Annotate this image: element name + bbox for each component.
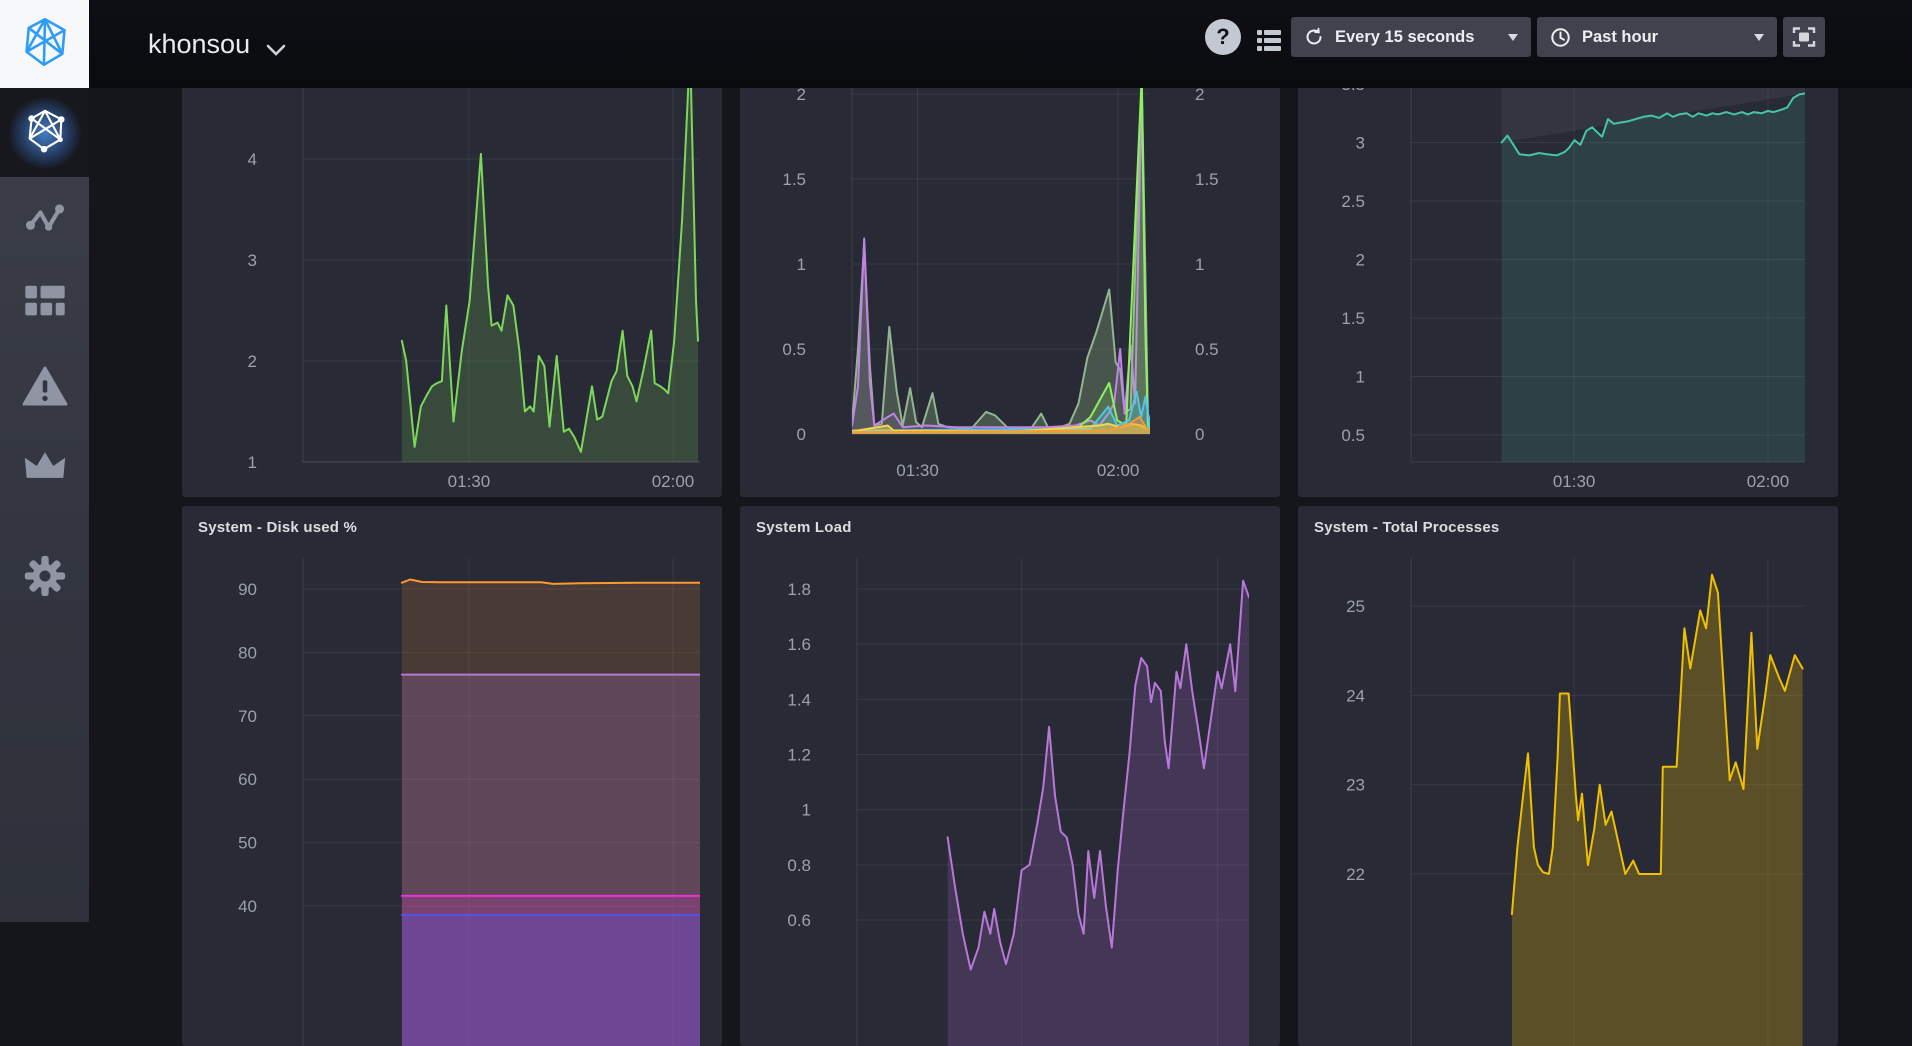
y-tick-label: 0.5: [1341, 426, 1365, 445]
y-tick-label: 60: [238, 770, 257, 789]
series-p6: [1512, 575, 1803, 1046]
playlist-icon: [1253, 26, 1285, 61]
panel-title-system-load[interactable]: System Load: [756, 519, 852, 536]
question-mark-icon: ?: [1216, 24, 1229, 50]
y-tick-label: 2.5: [1341, 192, 1365, 211]
y-tick-label: 80: [238, 643, 257, 662]
y-tick-label: 1.5: [782, 170, 806, 189]
y-tick-label: 2: [248, 352, 257, 371]
sidebar-item-plugins[interactable]: [0, 426, 89, 510]
top-navbar: khonsou ? Every 15 seconds: [0, 0, 1912, 88]
panel-title-total-processes[interactable]: System - Total Processes: [1314, 519, 1499, 536]
app-logo-box[interactable]: [0, 0, 89, 88]
y-tick-label: 70: [238, 707, 257, 726]
panel-disk-used: System - Disk used % 90 80 70 60 50 40: [182, 506, 722, 1046]
refresh-interval-label: Every 15 seconds: [1335, 28, 1474, 47]
clock-icon: [1550, 27, 1571, 48]
series-fill-disk-blue: [402, 915, 700, 1046]
y-tick-label: 22: [1346, 865, 1365, 884]
y-tick-label: 3: [1356, 134, 1365, 153]
y-tick-label: 1: [797, 255, 806, 274]
series-fill-load: [402, 48, 698, 462]
y-tick-label: 0.5: [782, 340, 806, 359]
series-p5: [948, 581, 1249, 1046]
dashboard-title: khonsou: [148, 29, 250, 60]
series-fill-sage-area: [852, 77, 1150, 434]
x-tick-label: 02:00: [1097, 461, 1140, 480]
y-tick-label: 1: [248, 453, 257, 472]
y-tick-label: 4: [248, 150, 257, 169]
y-tick-label: 1: [1356, 368, 1365, 387]
y-tick-label: 24: [1346, 686, 1365, 705]
y-tick-label: 1.4: [787, 690, 811, 709]
sidebar-item-alerting[interactable]: [0, 346, 89, 430]
alert-triangle-icon: [22, 366, 68, 411]
x-tick-label: 01:30: [1553, 472, 1596, 491]
y-tick-label: 23: [1346, 776, 1365, 795]
grafana-logo-icon: [22, 107, 68, 158]
y-tick-label: 40: [238, 897, 257, 916]
kiosk-fullscreen-icon: [1792, 26, 1816, 48]
dashboard-grid: 4 3 2 1 01:30 02:00 22 1.5 1.5 1 1 0.5 0.5 0 0 01:30 02…: [89, 0, 1912, 922]
series-p4: [402, 580, 700, 1046]
series-fill-teal: [1502, 93, 1805, 462]
chart-total-processes-canvas[interactable]: 25 24 23 22: [1298, 506, 1838, 1046]
metrics-pulse-icon: [23, 198, 67, 243]
dashboard-title-dropdown[interactable]: khonsou: [148, 0, 286, 88]
y-tick-label: 90: [238, 580, 257, 599]
sidebar-item-configuration[interactable]: [0, 536, 89, 620]
help-button[interactable]: ?: [1205, 19, 1241, 55]
sidebar-item-dashboards[interactable]: [0, 261, 89, 345]
refresh-interval-button[interactable]: Every 15 seconds: [1291, 17, 1531, 57]
y-tick-label: 0.8: [787, 856, 811, 875]
y-tick-label: 1: [802, 801, 811, 820]
time-range-label: Past hour: [1582, 28, 1658, 47]
panel-title-disk-used[interactable]: System - Disk used %: [198, 519, 357, 536]
sidebar-item-grafana-logo[interactable]: [0, 88, 89, 177]
y-tick-label: 25: [1346, 597, 1365, 616]
series-fill-load1: [948, 581, 1249, 1046]
y-tick-label: 0.6: [787, 911, 811, 930]
grafana-gem-icon: [19, 16, 71, 73]
settings-gear-icon: [23, 554, 67, 603]
y-tick-label: 50: [238, 834, 257, 853]
time-range-button[interactable]: Past hour: [1537, 17, 1777, 57]
playlist-button[interactable]: [1252, 25, 1286, 61]
y-tick-label: 1.8: [787, 580, 811, 599]
y-tick-label-right: 0: [1195, 425, 1204, 444]
caret-down-icon: [1508, 34, 1518, 46]
series-line-disk-orange: [402, 580, 700, 584]
y-tick-label: 1.2: [787, 746, 811, 765]
chart-system-load-canvas[interactable]: 1.8 1.6 1.4 1.2 1 0.8 0.6: [740, 506, 1280, 1046]
x-tick-label: 01:30: [448, 472, 491, 491]
y-tick-label: 1.5: [1341, 309, 1365, 328]
y-tick-label-right: 1.5: [1195, 170, 1219, 189]
y-tick-label: 3: [248, 251, 257, 270]
series-p2: [852, 77, 1150, 434]
x-tick-label: 02:00: [652, 472, 695, 491]
y-tick-label: 0: [797, 425, 806, 444]
left-sidebar: [0, 88, 89, 922]
series-p1: [402, 48, 698, 462]
y-tick-label-right: 1: [1195, 255, 1204, 274]
panel-total-processes: System - Total Processes 25 24 23 22: [1298, 506, 1838, 1046]
panel-system-load: System Load 1.8 1.6 1.4 1.2 1 0.8 0.6: [740, 506, 1280, 1046]
chart-disk-used-canvas[interactable]: 90 80 70 60 50 40: [182, 506, 722, 1046]
y-tick-label: 1.6: [787, 635, 811, 654]
caret-down-icon: [1754, 34, 1764, 46]
y-tick-label: 2: [1356, 251, 1365, 270]
x-tick-label: 01:30: [896, 461, 939, 480]
x-tick-label: 02:00: [1747, 472, 1790, 491]
sidebar-item-metrics[interactable]: [0, 178, 89, 262]
refresh-icon: [1304, 27, 1324, 47]
dashboards-grid-icon: [23, 284, 67, 323]
chevron-down-icon: [266, 32, 286, 63]
y-tick-label-right: 0.5: [1195, 340, 1219, 359]
crown-icon: [23, 450, 67, 487]
kiosk-mode-button[interactable]: [1783, 17, 1825, 57]
